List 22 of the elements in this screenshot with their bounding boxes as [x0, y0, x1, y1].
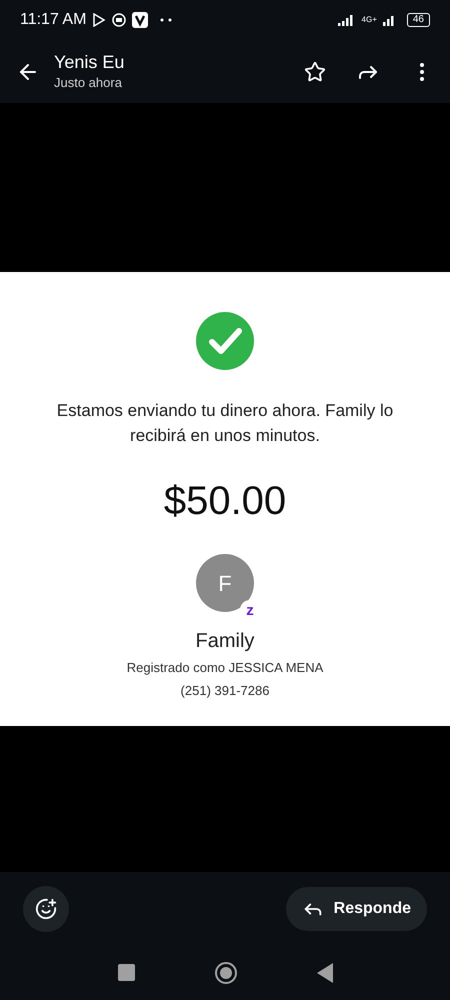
registered-name: Registrado como JESSICA MENA — [126, 659, 324, 677]
more-icon — [160, 18, 174, 22]
app-icon — [132, 12, 148, 28]
back-icon[interactable] — [316, 962, 332, 982]
home-icon[interactable] — [214, 962, 236, 984]
status-message: Estamos enviando tu dinero ahora. Family lo recibirá en unos minutos. — [56, 400, 394, 447]
phone-number: (251) 391-7286 — [180, 682, 270, 700]
reaction-button[interactable] — [23, 886, 69, 932]
amount: $50.00 — [164, 478, 286, 524]
reply-button[interactable]: Responde — [286, 886, 427, 930]
star-icon[interactable] — [304, 60, 326, 82]
status-time: 11:17 AM — [20, 10, 86, 30]
message-time: Justo ahora — [54, 74, 123, 92]
recents-icon[interactable] — [118, 964, 134, 981]
app-icon — [112, 13, 126, 27]
network-label: 4G+ — [362, 16, 377, 24]
sender-name: Yenis Eu — [54, 50, 126, 73]
battery-indicator: 46 — [406, 13, 430, 27]
smiley-add-icon — [35, 898, 57, 920]
checkmark-icon — [196, 312, 254, 370]
play-icon — [92, 13, 106, 27]
recipient-name: Family — [196, 629, 254, 654]
